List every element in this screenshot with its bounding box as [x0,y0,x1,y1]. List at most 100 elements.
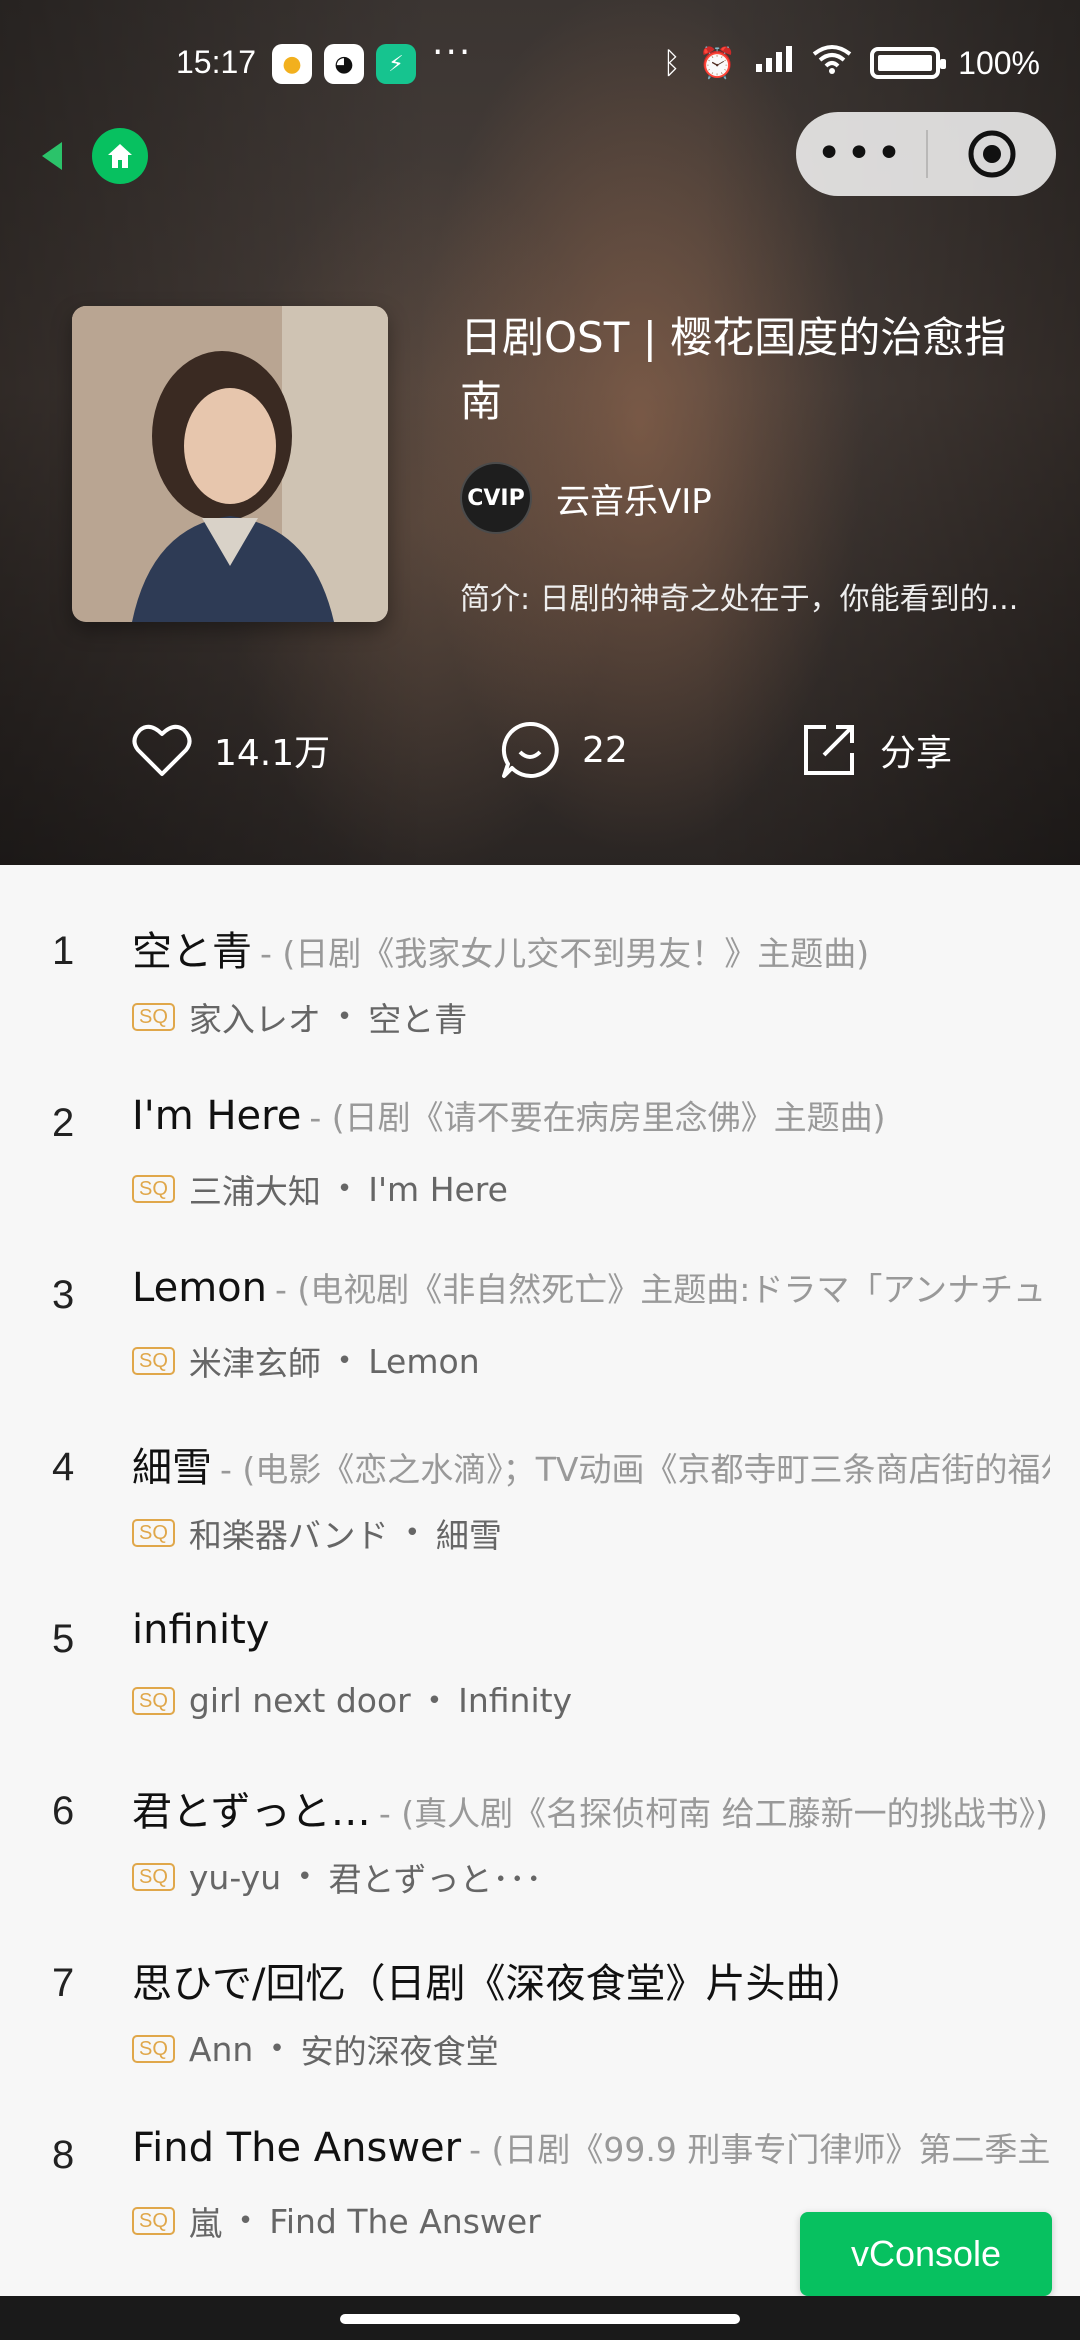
creator-avatar[interactable]: CVIP [460,462,532,534]
battery-icon [870,47,947,79]
song-album: 君とずっと･･･ [328,1860,542,1899]
song-artist: 三浦大知 [188,1172,321,1211]
song-album: 細雪 [435,1516,502,1555]
separator-dot: • [297,1862,313,1892]
capsule-close-button[interactable] [928,128,1056,180]
song-row-1[interactable]: 1 空と青 - (日剧《我家女儿交不到男友！》主题曲) SQ 家入レオ • 空と青 [0,865,1080,1039]
song-index: 4 [52,1445,75,1489]
song-artist: 和楽器バンド [188,1516,389,1555]
back-button[interactable] [32,136,72,176]
sq-badge: SQ [132,1003,175,1031]
capsule-more-button[interactable]: ••• [796,112,926,196]
wifi-icon [812,44,852,82]
sq-badge: SQ [132,1519,175,1547]
share-icon [804,725,854,775]
song-title: I'm Here [132,1093,302,1139]
bluetooth-icon: ᛒ [662,45,681,81]
song-artist: 家入レオ [188,1000,321,1039]
song-artist: girl next door [188,1681,411,1720]
song-note: - (电影《恋之水滴》；TV动画《京都寺町三条商店街的福尔摩斯》) [220,1450,1050,1489]
song-note: - (电视剧《非自然死亡》主题曲:ドラマ「アンナチュラル」) [274,1270,1050,1309]
song-title: Find The Answer [132,2125,462,2171]
home-icon [108,144,132,168]
share-button[interactable]: 分享 [800,710,952,790]
security-app-icon: ⚡ [376,44,416,84]
song-album: 安的深夜食堂 [300,2032,499,2071]
song-note: - (真人剧《名探侦柯南 给工藤新一的挑战书》) [378,1794,1048,1833]
like-count: 14.1万 [214,733,331,774]
song-index: 3 [52,1273,75,1317]
song-index: 8 [52,2133,75,2177]
status-notification-icons: ● ◕ ⚡ [272,44,416,84]
sq-badge: SQ [132,1175,175,1203]
status-more-icon: ··· [432,32,473,73]
cover-portrait-illustration [72,306,388,622]
notification-app-icon: ● [272,44,312,84]
song-artist: yu-yu [188,1857,282,1897]
song-list: 1 空と青 - (日剧《我家女儿交不到男友！》主题曲) SQ 家入レオ • 空と青 2 … [0,865,1080,2243]
playlist-title: 日剧OST | 樱花国度的治愈指南 [460,313,1007,426]
song-artist: 米津玄師 [188,1344,321,1383]
sq-badge: SQ [132,1686,175,1715]
sq-badge: SQ [132,1347,175,1375]
song-index: 6 [52,1789,75,1833]
action-bar: 14.1万 22 分享 [0,710,1080,790]
comment-count: 22 [582,729,628,771]
vconsole-button[interactable]: vConsole [800,2212,1052,2296]
target-icon [968,130,1016,178]
song-row-4[interactable]: 4 細雪- (电影《恋之水滴》；TV动画《京都寺町三条商店街的福尔摩斯》) SQ… [0,1381,1080,1555]
song-artist: 嵐 [188,2204,222,2243]
signal-icon [754,44,794,82]
home-indicator[interactable] [340,2314,740,2324]
heart-icon [132,724,192,776]
song-row-2[interactable]: 2 I'm Here - (日剧《请不要在病房里念佛》主题曲) SQ 三浦大知 • I'… [0,1037,1080,1211]
miniprogram-capsule: ••• [796,112,1056,196]
song-album: 空と青 [368,1000,468,1039]
song-album: Lemon [368,1341,480,1381]
song-note: - (日剧《99.9 刑事专门律师》第二季主题曲) [469,2130,1050,2169]
comment-icon [501,721,559,778]
song-artist: Ann [188,2029,254,2069]
song-title: 思ひで/回忆（日剧《深夜食堂》片头曲） [132,1961,866,2007]
song-title: 空と青 [132,929,252,975]
song-title: infinity [132,1607,270,1653]
song-title: 細雪 [132,1445,212,1491]
sq-badge: SQ [132,2035,175,2063]
separator-dot: • [237,2206,254,2236]
separator-dot: • [336,1174,353,1204]
song-row-7[interactable]: 7 思ひで/回忆（日剧《深夜食堂》片头曲） SQ Ann • 安的深夜食堂 [0,1897,1080,2071]
song-row-5[interactable]: 5 infinity SQ girl next door • Infinity [0,1553,1080,1725]
song-album: Find The Answer [269,2201,541,2241]
separator-dot: • [404,1518,420,1548]
song-title: Lemon [132,1265,267,1311]
creator-name[interactable]: 云音乐VIP [556,474,712,523]
status-right-group: ᛒ ⏰ 100% [663,44,1040,82]
comment-button[interactable]: 22 [500,710,628,790]
song-row-6[interactable]: 6 君とずっと… - (真人剧《名探侦柯南 给工藤新一的挑战书》) SQ yu-yu… [0,1725,1080,1899]
separator-dot: • [269,2034,285,2064]
playlist-intro[interactable]: 简介: 日剧的神奇之处在于，你能看到的... [460,574,1020,618]
song-note: - (日剧《请不要在病房里念佛》主题曲) [309,1098,886,1137]
status-bar: 15:17 ● ◕ ⚡ ··· ᛒ ⏰ 100% [0,0,1080,130]
playlist-header: 15:17 ● ◕ ⚡ ··· ᛒ ⏰ 100% ••• 日剧OST | 樱花国… [0,0,1080,865]
separator-dot: • [426,1685,443,1716]
song-album: Infinity [458,1681,573,1720]
separator-dot: • [336,1346,353,1376]
qq-icon: ◕ [324,44,364,84]
status-time: 15:17 [176,44,257,80]
creator-row[interactable]: CVIP 云音乐VIP [460,462,712,534]
song-index: 7 [52,1961,75,2005]
battery-level: 100% [958,44,1040,81]
song-title: 君とずっと… [132,1789,371,1835]
song-index: 1 [52,929,75,973]
playlist-cover-image[interactable] [72,306,388,622]
back-arrow-icon [42,142,62,170]
sq-badge: SQ [132,1863,175,1891]
home-button[interactable] [92,128,148,184]
song-note: - (日剧《我家女儿交不到男友！》主题曲) [260,934,870,973]
separator-dot: • [336,1002,353,1032]
song-row-3[interactable]: 3 Lemon- (电视剧《非自然死亡》主题曲:ドラマ「アンナチュラル」) SQ… [0,1209,1080,1383]
song-album: I'm Here [368,1169,508,1209]
sq-badge: SQ [132,2207,175,2235]
like-button[interactable]: 14.1万 [132,710,330,790]
